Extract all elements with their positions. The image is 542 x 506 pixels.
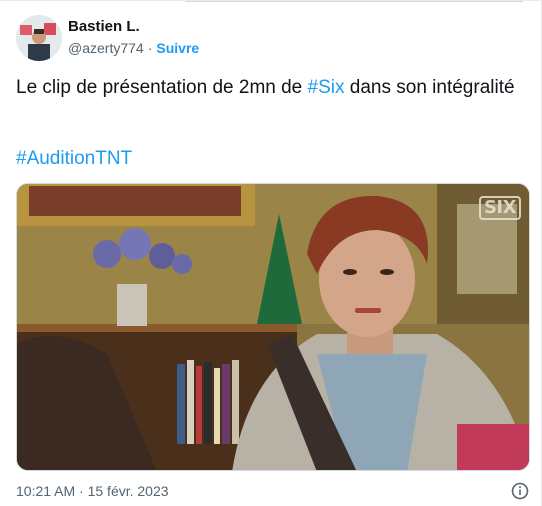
tweet-card: Bastien L. @azerty774 · Suivre Le clip d… — [0, 0, 542, 506]
follow-button[interactable]: Suivre — [156, 40, 199, 56]
author-name[interactable]: Bastien L. — [68, 18, 140, 35]
author-handle-row: @azerty774 · Suivre — [68, 40, 199, 56]
divider — [185, 1, 523, 2]
hashtag-audition[interactable]: #AuditionTNT — [16, 148, 132, 170]
avatar[interactable] — [16, 15, 62, 61]
video-frame — [17, 184, 529, 470]
video-thumbnail[interactable]: SIX — [16, 183, 530, 471]
separator: · — [147, 40, 153, 56]
info-icon[interactable] — [511, 482, 529, 500]
tweet-timestamp[interactable]: 10:21 AM · 15 févr. 2023 — [16, 483, 169, 499]
hashtag-six[interactable]: #Six — [308, 77, 345, 98]
author-handle[interactable]: @azerty774 — [68, 40, 144, 56]
tweet-text-part1: Le clip de présentation de 2mn de — [16, 77, 308, 98]
tweet-text-part2: dans son intégralité — [344, 77, 515, 98]
channel-watermark: SIX — [478, 196, 521, 220]
tweet-text: Le clip de présentation de 2mn de #Six d… — [16, 75, 516, 100]
